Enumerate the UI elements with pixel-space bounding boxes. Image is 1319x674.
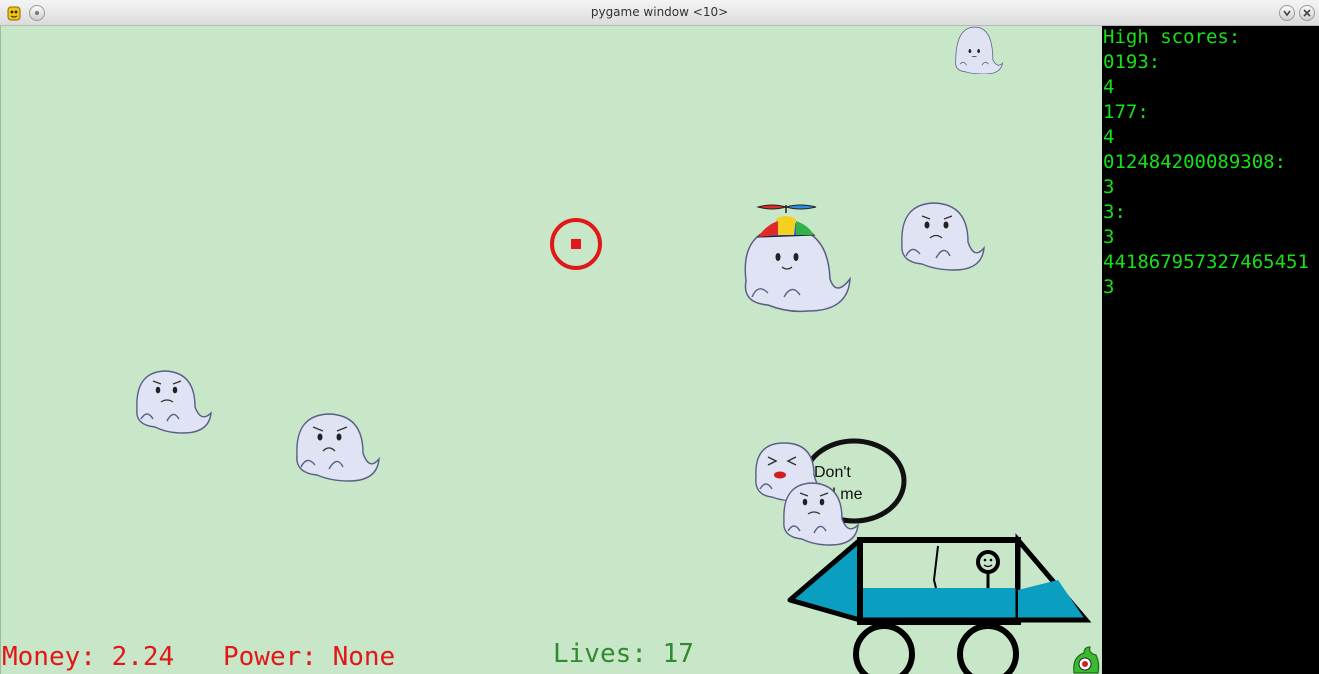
player-car[interactable]	[786, 430, 1102, 674]
window-title: pygame window <10>	[590, 5, 729, 19]
score-value: 3	[1103, 176, 1115, 198]
power-display: Power: None	[223, 642, 396, 672]
ghost-enemy[interactable]	[898, 200, 986, 272]
crosshair-icon[interactable]	[548, 217, 604, 273]
ghost-enemy[interactable]	[928, 26, 1026, 74]
score-value: 3	[1103, 276, 1115, 298]
high-scores-heading: High scores:	[1103, 26, 1241, 48]
score-name: 0193:	[1103, 51, 1161, 73]
score-name: 012484200089308:	[1103, 151, 1287, 173]
lives-display: Lives: 17	[553, 639, 694, 669]
close-icon	[1303, 9, 1311, 17]
money-display: Money: 2.24	[2, 642, 175, 672]
score-name: 441867957327465451	[1103, 251, 1309, 273]
ghost-enemy[interactable]	[133, 369, 213, 435]
minimize-button[interactable]	[1279, 5, 1295, 21]
score-value: 4	[1103, 76, 1115, 98]
chevron-down-icon	[1283, 10, 1291, 17]
high-scores-panel: High scores: 0193: 4 177: 4 012484200089…	[1102, 26, 1319, 674]
score-name: 177:	[1103, 101, 1149, 123]
score-value: 3	[1103, 226, 1115, 248]
window-titlebar: pygame window <10>	[0, 0, 1319, 26]
score-name: 3:	[1103, 201, 1126, 223]
close-button[interactable]	[1299, 5, 1315, 21]
green-monster-icon	[1073, 646, 1100, 674]
ghost-enemy[interactable]	[293, 411, 381, 483]
score-value: 4	[1103, 126, 1115, 148]
ghost-propeller-hat[interactable]	[738, 201, 854, 315]
